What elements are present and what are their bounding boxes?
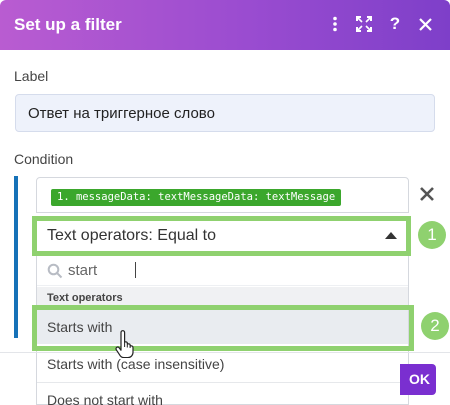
dropdown-search-row <box>37 254 408 286</box>
step-badge-1: 1 <box>418 221 446 249</box>
field-chip[interactable]: 1. messageData: textMessageData: textMes… <box>51 189 342 206</box>
fullscreen-icon[interactable] <box>353 13 375 35</box>
dialog-title: Set up a filter <box>14 15 122 34</box>
close-icon[interactable] <box>414 13 436 35</box>
operator-select-value: Text operators: Equal to <box>47 227 216 244</box>
option-starts-with[interactable]: Starts with <box>37 310 408 344</box>
label-field-label: Label <box>14 68 49 84</box>
dropdown-search-input[interactable] <box>68 260 388 280</box>
help-icon[interactable]: ? <box>384 13 406 35</box>
text-cursor <box>135 262 136 278</box>
option-does-not-start-with[interactable]: Does not start with <box>37 382 408 405</box>
operator-dropdown: Text operators Starts with Starts with (… <box>36 254 409 405</box>
footer-divider <box>0 352 450 353</box>
remove-condition-icon[interactable] <box>417 184 437 204</box>
condition-label: Condition <box>14 151 74 167</box>
more-vertical-icon[interactable] <box>324 13 346 35</box>
label-input[interactable] <box>15 94 435 132</box>
condition-accent-bar <box>14 176 18 338</box>
group-header: Text operators <box>37 287 408 309</box>
dialog-header: Set up a filter ? <box>0 0 450 50</box>
search-icon <box>47 263 63 279</box>
condition-field-box[interactable]: 1. messageData: textMessageData: textMes… <box>36 177 409 213</box>
operator-select[interactable]: Text operators: Equal to <box>36 217 409 254</box>
step-badge-2: 2 <box>421 312 449 340</box>
ok-button[interactable]: OK <box>400 364 436 395</box>
caret-up-icon <box>385 232 397 239</box>
